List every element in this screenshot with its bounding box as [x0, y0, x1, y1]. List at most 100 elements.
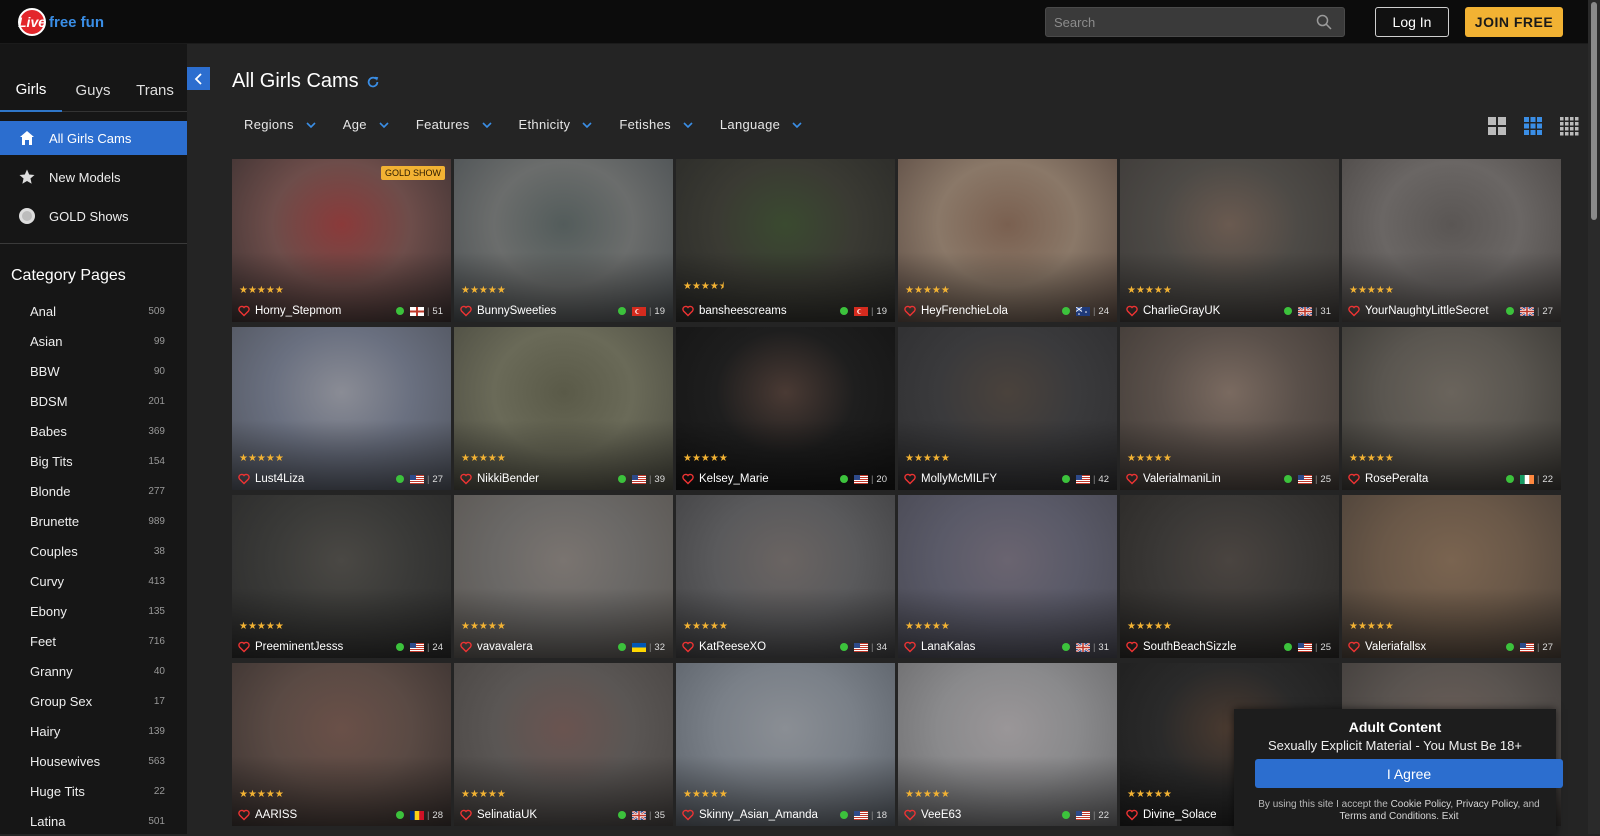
- model-name[interactable]: Valeriafallsx: [1365, 641, 1506, 653]
- model-card[interactable]: ★★★★★ Kelsey_Marie 20: [676, 327, 895, 490]
- model-name[interactable]: NikkiBender: [477, 473, 618, 485]
- model-card[interactable]: ★★★★⯨ bansheescreams 19: [676, 159, 895, 322]
- model-name[interactable]: YourNaughtyLittleSecret: [1365, 305, 1506, 317]
- collapse-sidebar-button[interactable]: [187, 67, 210, 90]
- exit-link[interactable]: Exit: [1442, 811, 1459, 822]
- model-name[interactable]: Kelsey_Marie: [699, 473, 840, 485]
- model-name[interactable]: LanaKalas: [921, 641, 1062, 653]
- heart-icon[interactable]: [682, 305, 694, 317]
- model-name[interactable]: AARISS: [255, 809, 396, 821]
- category-item[interactable]: Huge Tits 22: [0, 776, 187, 806]
- search-input[interactable]: [1046, 8, 1306, 36]
- model-name[interactable]: RosePeralta: [1365, 473, 1506, 485]
- heart-icon[interactable]: [1348, 641, 1360, 653]
- model-card[interactable]: ★★★★★ ValerialmaniLin 25: [1120, 327, 1339, 490]
- medium-grid-icon[interactable]: [1523, 116, 1543, 136]
- heart-icon[interactable]: [1348, 305, 1360, 317]
- category-item[interactable]: Blonde 277: [0, 476, 187, 506]
- category-item[interactable]: Asian 99: [0, 326, 187, 356]
- filter-dropdown[interactable]: Language: [720, 117, 802, 132]
- heart-icon[interactable]: [1126, 641, 1138, 653]
- category-item[interactable]: Feet 716: [0, 626, 187, 656]
- heart-icon[interactable]: [238, 305, 250, 317]
- privacy-policy-link[interactable]: Privacy Policy: [1456, 799, 1518, 810]
- model-name[interactable]: BunnySweeties: [477, 305, 618, 317]
- tab-guys[interactable]: Guys: [62, 68, 124, 112]
- small-grid-icon[interactable]: [1559, 116, 1579, 136]
- terms-link[interactable]: Terms and Conditions: [1340, 811, 1437, 822]
- model-card[interactable]: GOLD SHOW ★★★★★ Horny_Stepmom 51: [232, 159, 451, 322]
- category-item[interactable]: Curvy 413: [0, 566, 187, 596]
- model-name[interactable]: CharlieGrayUK: [1143, 305, 1284, 317]
- model-card[interactable]: ★★★★★ YourNaughtyLittleSecret 27: [1342, 159, 1561, 322]
- model-name[interactable]: Horny_Stepmom: [255, 305, 396, 317]
- heart-icon[interactable]: [904, 305, 916, 317]
- category-item[interactable]: Granny 40: [0, 656, 187, 686]
- model-card[interactable]: ★★★★★ CharlieGrayUK 31: [1120, 159, 1339, 322]
- category-item[interactable]: Couples 38: [0, 536, 187, 566]
- heart-icon[interactable]: [904, 809, 916, 821]
- model-name[interactable]: ValerialmaniLin: [1143, 473, 1284, 485]
- model-name[interactable]: HeyFrenchieLola: [921, 305, 1062, 317]
- model-card[interactable]: ★★★★★ RosePeralta 22: [1342, 327, 1561, 490]
- category-item[interactable]: Babes 369: [0, 416, 187, 446]
- heart-icon[interactable]: [1126, 809, 1138, 821]
- model-card[interactable]: ★★★★★ Valeriafallsx 27: [1342, 495, 1561, 658]
- heart-icon[interactable]: [682, 473, 694, 485]
- model-name[interactable]: vavavalera: [477, 641, 618, 653]
- category-item[interactable]: Hairy 139: [0, 716, 187, 746]
- model-name[interactable]: PreeminentJesss: [255, 641, 396, 653]
- model-name[interactable]: MollyMcMILFY: [921, 473, 1062, 485]
- filter-dropdown[interactable]: Regions: [244, 117, 316, 132]
- sidebar-item-gold-shows[interactable]: GOLD Shows: [0, 199, 187, 233]
- login-button[interactable]: Log In: [1375, 7, 1449, 37]
- heart-icon[interactable]: [460, 305, 472, 317]
- model-card[interactable]: ★★★★★ MollyMcMILFY 42: [898, 327, 1117, 490]
- agree-button[interactable]: I Agree: [1255, 759, 1563, 788]
- model-card[interactable]: ★★★★★ SouthBeachSizzle 25: [1120, 495, 1339, 658]
- scrollbar-thumb[interactable]: [1591, 2, 1597, 220]
- model-card[interactable]: ★★★★★ AARISS 28: [232, 663, 451, 826]
- model-card[interactable]: ★★★★★ vavavalera 32: [454, 495, 673, 658]
- filter-dropdown[interactable]: Fetishes: [619, 117, 693, 132]
- heart-icon[interactable]: [682, 809, 694, 821]
- model-card[interactable]: ★★★★★ SelinatiaUK 35: [454, 663, 673, 826]
- refresh-icon[interactable]: [366, 75, 380, 89]
- category-item[interactable]: BBW 90: [0, 356, 187, 386]
- heart-icon[interactable]: [460, 809, 472, 821]
- model-name[interactable]: bansheescreams: [699, 305, 840, 317]
- model-name[interactable]: SelinatiaUK: [477, 809, 618, 821]
- category-item[interactable]: Anal 509: [0, 296, 187, 326]
- model-card[interactable]: ★★★★★ VeeE63 22: [898, 663, 1117, 826]
- model-card[interactable]: ★★★★★ Lust4Liza 27: [232, 327, 451, 490]
- filter-dropdown[interactable]: Age: [343, 117, 389, 132]
- model-card[interactable]: ★★★★★ KatReeseXO 34: [676, 495, 895, 658]
- site-logo[interactable]: Live free fun: [18, 8, 104, 36]
- category-item[interactable]: Big Tits 154: [0, 446, 187, 476]
- model-card[interactable]: ★★★★★ LanaKalas 31: [898, 495, 1117, 658]
- sidebar-item-all-girls-cams[interactable]: All Girls Cams: [0, 121, 187, 155]
- heart-icon[interactable]: [682, 641, 694, 653]
- search-icon[interactable]: [1316, 14, 1332, 30]
- category-item[interactable]: Group Sex 17: [0, 686, 187, 716]
- heart-icon[interactable]: [238, 473, 250, 485]
- sidebar-item-new-models[interactable]: New Models: [0, 160, 187, 194]
- heart-icon[interactable]: [1126, 305, 1138, 317]
- filter-dropdown[interactable]: Features: [416, 117, 492, 132]
- category-item[interactable]: Housewives 563: [0, 746, 187, 776]
- heart-icon[interactable]: [460, 473, 472, 485]
- heart-icon[interactable]: [238, 641, 250, 653]
- join-free-button[interactable]: JOIN FREE: [1465, 7, 1563, 37]
- heart-icon[interactable]: [904, 473, 916, 485]
- heart-icon[interactable]: [238, 809, 250, 821]
- heart-icon[interactable]: [1348, 473, 1360, 485]
- category-item[interactable]: Brunette 989: [0, 506, 187, 536]
- model-card[interactable]: ★★★★★ Skinny_Asian_Amanda 18: [676, 663, 895, 826]
- model-name[interactable]: Skinny_Asian_Amanda: [699, 809, 840, 821]
- category-item[interactable]: Ebony 135: [0, 596, 187, 626]
- large-grid-icon[interactable]: [1487, 116, 1507, 136]
- cookie-policy-link[interactable]: Cookie Policy: [1391, 799, 1451, 810]
- heart-icon[interactable]: [1126, 473, 1138, 485]
- filter-dropdown[interactable]: Ethnicity: [519, 117, 593, 132]
- model-card[interactable]: ★★★★★ NikkiBender 39: [454, 327, 673, 490]
